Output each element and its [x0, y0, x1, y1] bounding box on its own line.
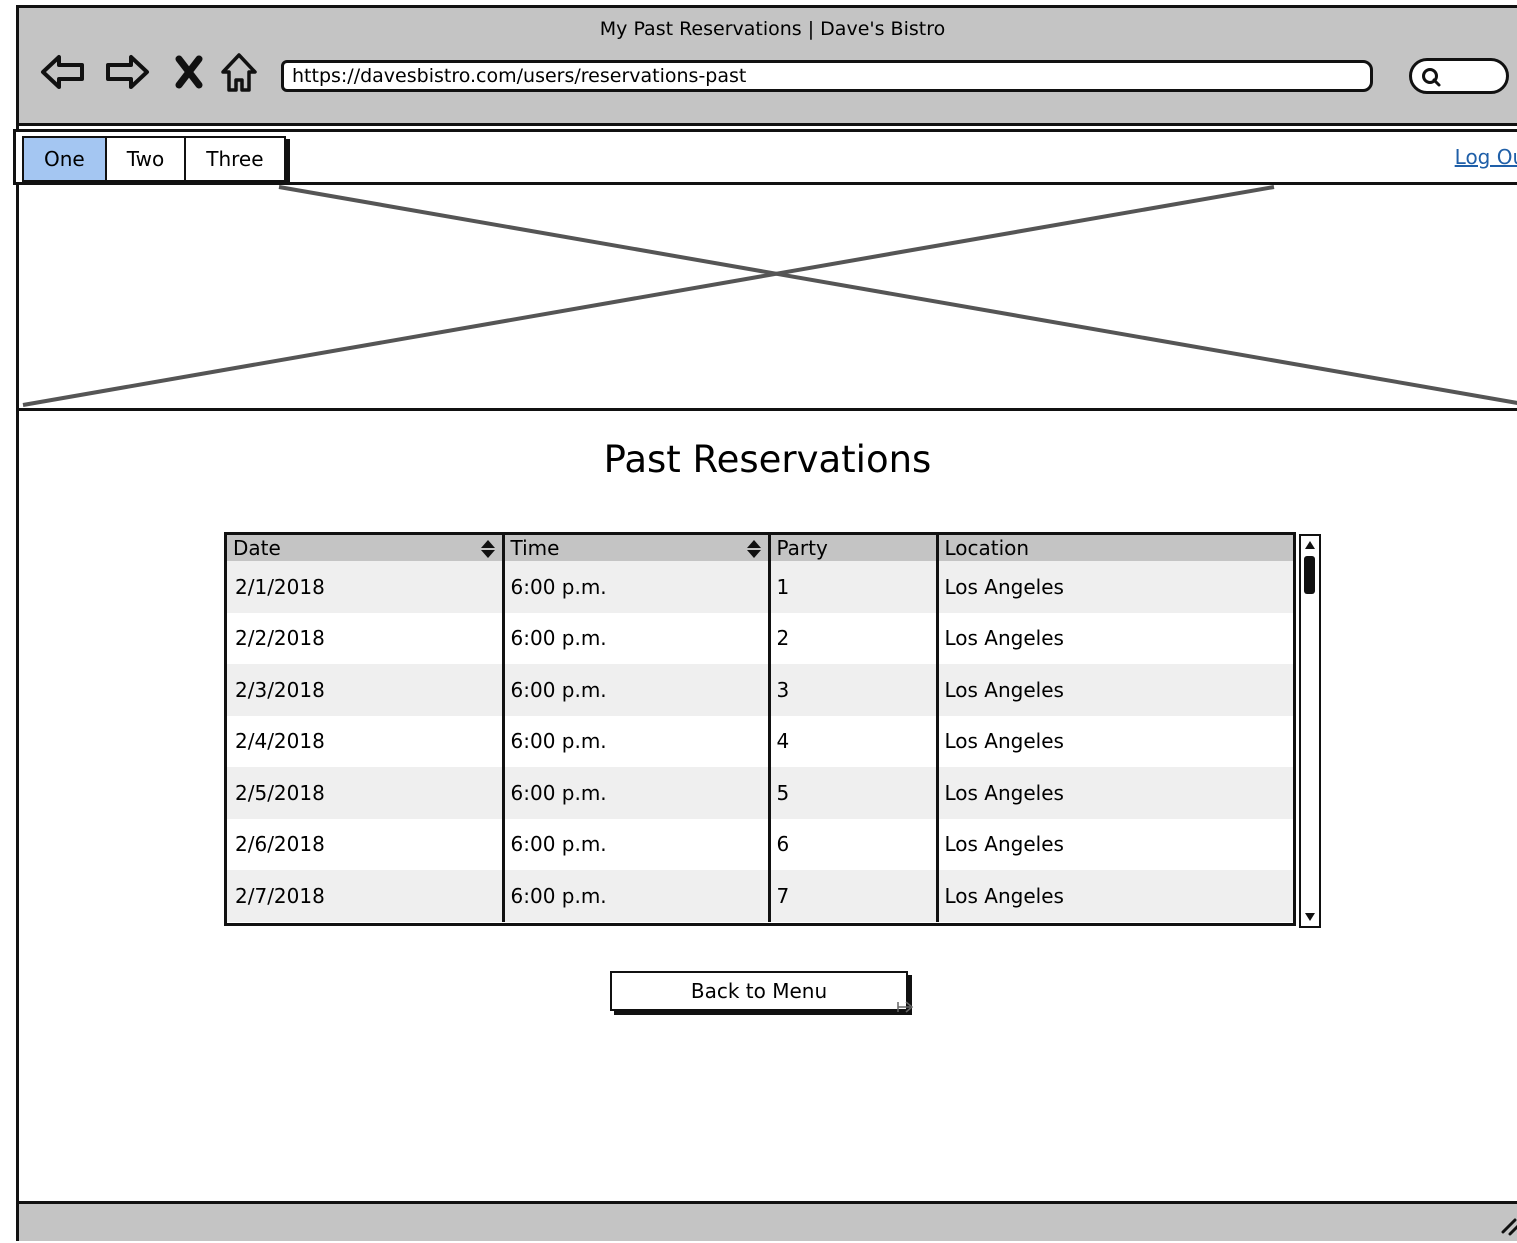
column-header-date[interactable]: Date — [227, 535, 503, 561]
cell-date: 2/6/2018 — [227, 818, 503, 870]
cell-date: 2/5/2018 — [227, 767, 503, 819]
cell-time: 6:00 p.m. — [501, 561, 769, 613]
browser-window: My Past Reservations | Dave's Bistro htt… — [13, 5, 1517, 1241]
cell-location: Los Angeles — [935, 664, 1293, 716]
forward-arrow-icon[interactable] — [103, 48, 151, 96]
table-header-row: Date Time Party Location — [227, 535, 1293, 561]
window-title: My Past Reservations | Dave's Bistro — [599, 18, 946, 40]
tab-three[interactable]: Three — [186, 138, 284, 180]
cell-time: 6:00 p.m. — [501, 612, 769, 664]
cell-party: 4 — [767, 715, 937, 767]
cell-location: Los Angeles — [935, 870, 1293, 922]
status-bar — [19, 1201, 1517, 1241]
close-icon[interactable] — [165, 48, 213, 96]
table-row[interactable]: 2/1/2018 6:00 p.m. 1 Los Angeles — [227, 561, 1293, 613]
column-header-party[interactable]: Party — [767, 535, 937, 561]
sort-icon — [746, 540, 761, 558]
cell-party: 2 — [767, 612, 937, 664]
cell-location: Los Angeles — [935, 612, 1293, 664]
table-row[interactable]: 2/5/2018 6:00 p.m. 5 Los Angeles — [227, 767, 1293, 819]
cell-time: 6:00 p.m. — [501, 715, 769, 767]
cell-party: 1 — [767, 561, 937, 613]
reservations-table: Date Time Party Location 2/1/2018 6:00 p… — [224, 532, 1296, 926]
tab-one[interactable]: One — [24, 138, 107, 180]
home-icon[interactable] — [215, 48, 263, 96]
back-to-menu-button[interactable]: Back to Menu — [610, 971, 914, 1013]
hero-image-placeholder — [19, 185, 1517, 411]
column-header-location[interactable]: Location — [935, 535, 1293, 561]
cell-party: 6 — [767, 818, 937, 870]
sort-icon — [480, 540, 495, 558]
browser-chrome: My Past Reservations | Dave's Bistro htt… — [19, 8, 1517, 126]
cell-location: Los Angeles — [935, 715, 1293, 767]
cell-time: 6:00 p.m. — [501, 818, 769, 870]
table-row[interactable]: 2/4/2018 6:00 p.m. 4 Los Angeles — [227, 715, 1293, 767]
scroll-down-arrow-icon[interactable] — [1303, 910, 1317, 924]
cell-location: Los Angeles — [935, 561, 1293, 613]
column-header-time[interactable]: Time — [501, 535, 769, 561]
cell-location: Los Angeles — [935, 818, 1293, 870]
cell-date: 2/4/2018 — [227, 715, 503, 767]
cell-location: Los Angeles — [935, 767, 1293, 819]
cell-party: 5 — [767, 767, 937, 819]
page-title: Past Reservations — [603, 438, 932, 481]
logout-link[interactable]: Log Out — [1455, 145, 1517, 169]
browser-search-field[interactable] — [1409, 58, 1509, 94]
cell-time: 6:00 p.m. — [501, 870, 769, 922]
search-icon — [1422, 68, 1441, 87]
tab-two[interactable]: Two — [106, 138, 187, 180]
cell-date: 2/2/2018 — [227, 612, 503, 664]
table-row[interactable]: 2/7/2018 6:00 p.m. 7 Los Angeles — [227, 870, 1293, 922]
table-row[interactable]: 2/3/2018 6:00 p.m. 3 Los Angeles — [227, 664, 1293, 716]
tab-group: One Two Three — [22, 136, 286, 182]
column-header-label: Time — [510, 536, 560, 560]
cell-date: 2/1/2018 — [227, 561, 503, 613]
link-cursor-icon — [897, 1001, 914, 1013]
table-row[interactable]: 2/6/2018 6:00 p.m. 6 Los Angeles — [227, 818, 1293, 870]
back-arrow-icon[interactable] — [39, 48, 87, 96]
scroll-up-arrow-icon[interactable] — [1303, 538, 1317, 552]
column-header-label: Date — [233, 536, 281, 560]
cell-party: 7 — [767, 870, 937, 922]
address-bar[interactable]: https://davesbistro.com/users/reservatio… — [281, 60, 1373, 92]
table-row[interactable]: 2/2/2018 6:00 p.m. 2 Los Angeles — [227, 612, 1293, 664]
cell-date: 2/3/2018 — [227, 664, 503, 716]
cell-time: 6:00 p.m. — [501, 664, 769, 716]
cell-date: 2/7/2018 — [227, 870, 503, 922]
top-nav-bar: One Two Three Log Out — [13, 129, 1517, 185]
resize-grip-icon[interactable] — [1499, 1212, 1517, 1236]
scroll-thumb[interactable] — [1304, 556, 1315, 594]
cell-party: 3 — [767, 664, 937, 716]
cell-time: 6:00 p.m. — [501, 767, 769, 819]
back-to-menu-label: Back to Menu — [690, 979, 828, 1003]
table-scrollbar[interactable] — [1299, 534, 1321, 928]
